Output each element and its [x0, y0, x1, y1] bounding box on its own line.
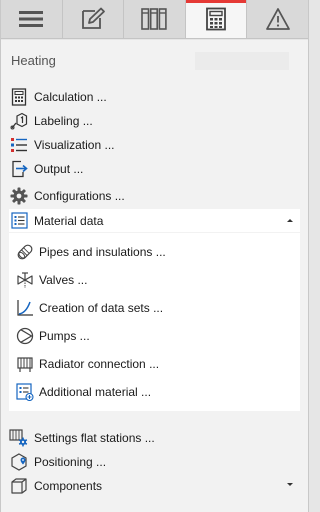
submenu-item-data-sets[interactable]: Creation of data sets ...: [15, 295, 295, 321]
hamburger-menu-icon: [18, 9, 44, 29]
edit-pencil-icon: [80, 7, 106, 31]
submenu-item-label: Creation of data sets ...: [39, 301, 164, 315]
tab-menu[interactable]: [1, 0, 63, 38]
section-header-field: [195, 52, 289, 70]
submenu-item-label: Radiator connection ...: [39, 357, 160, 371]
submenu-item-radiator-connection[interactable]: Radiator connection ...: [15, 351, 295, 377]
heating-panel: Heating Calculation ... Labeling ... Vis…: [1, 40, 308, 512]
flat-station-settings-icon: [9, 428, 29, 448]
menu-item-label: Configurations ...: [34, 188, 125, 203]
binders-icon: [140, 7, 168, 31]
menu-item-label: Material data: [34, 213, 104, 228]
menu-item-configurations[interactable]: Configurations ...: [9, 184, 300, 207]
output-arrow-icon: [9, 159, 29, 179]
menu-item-material-data[interactable]: Material data: [9, 209, 300, 232]
section-title: Heating: [11, 53, 56, 68]
additional-material-icon: [15, 382, 35, 402]
label-tag-icon: [9, 111, 29, 131]
submenu-item-valves[interactable]: Valves ...: [15, 267, 295, 293]
components-cube-icon: [9, 476, 29, 496]
toolbar-tabs: [1, 0, 308, 39]
menu-item-label: Components: [34, 478, 103, 493]
section-header: Heating: [1, 48, 308, 74]
visualization-list-icon: [9, 135, 29, 155]
menu-item-settings-flat-stations[interactable]: Settings flat stations ...: [9, 426, 300, 449]
submenu-item-label: Additional material ...: [39, 385, 152, 399]
calculator-icon: [205, 7, 227, 31]
tab-calculation[interactable]: [185, 0, 248, 38]
menu-item-positioning[interactable]: Positioning ...: [9, 450, 300, 473]
caret-up-icon[interactable]: [286, 216, 294, 224]
menu-item-calculation[interactable]: Calculation ...: [9, 85, 300, 108]
material-list-icon: [9, 211, 29, 231]
curve-chart-icon: [15, 298, 35, 318]
menu-item-output[interactable]: Output ...: [9, 157, 300, 180]
menu-item-components[interactable]: Components: [9, 474, 300, 497]
radiator-icon: [15, 354, 35, 374]
submenu-item-label: Pipes and insulations ...: [39, 245, 166, 259]
calculator-icon: [9, 87, 29, 107]
pump-icon: [15, 326, 35, 346]
submenu-item-label: Pumps ...: [39, 329, 90, 343]
menu-item-label: Positioning ...: [34, 454, 107, 469]
tab-warnings[interactable]: [247, 0, 308, 38]
menu-item-label: Output ...: [34, 161, 84, 176]
menu-item-label: Calculation ...: [34, 89, 107, 104]
menu-item-label: Settings flat stations ...: [34, 430, 155, 445]
menu-item-label: Labeling ...: [34, 113, 93, 128]
caret-down-icon[interactable]: [286, 481, 294, 489]
material-data-submenu: Pipes and insulations ... Valves ... Cre…: [9, 233, 300, 411]
submenu-item-pumps[interactable]: Pumps ...: [15, 323, 295, 349]
pipe-icon: [15, 242, 35, 262]
tab-edit[interactable]: [63, 0, 125, 38]
submenu-item-label: Valves ...: [39, 273, 88, 287]
menu-item-labeling[interactable]: Labeling ...: [9, 109, 300, 132]
menu-item-label: Visualization ...: [34, 137, 115, 152]
positioning-icon: [9, 452, 29, 472]
warning-triangle-icon: [265, 7, 291, 31]
submenu-item-pipes-insulations[interactable]: Pipes and insulations ...: [15, 239, 295, 265]
menu-item-visualization[interactable]: Visualization ...: [9, 133, 300, 156]
submenu-item-additional-material[interactable]: Additional material ...: [15, 379, 295, 405]
valve-icon: [15, 270, 35, 290]
gear-icon: [9, 186, 29, 206]
tab-binders[interactable]: [124, 0, 186, 38]
